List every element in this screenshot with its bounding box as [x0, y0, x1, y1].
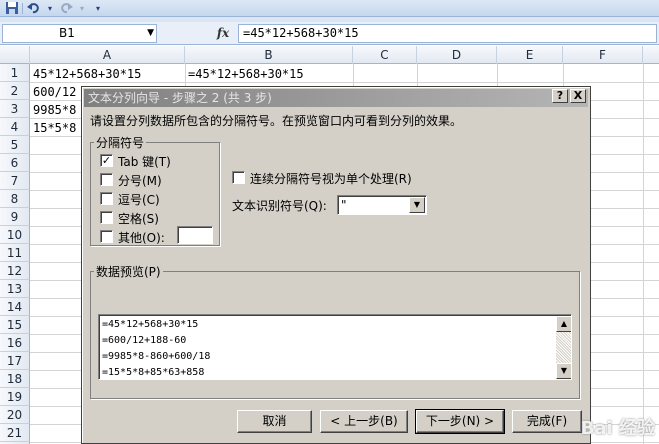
semicolon-checkbox[interactable]: [100, 173, 113, 186]
row-header[interactable]: 17: [0, 352, 30, 370]
row-header[interactable]: 7: [0, 172, 30, 190]
semicolon-checkbox-label: 分号(M): [118, 174, 162, 188]
row-header[interactable]: 19: [0, 388, 30, 406]
cancel-button[interactable]: 取消: [237, 410, 312, 433]
chevron-down-icon[interactable]: ▼: [147, 25, 154, 42]
column-header-d[interactable]: D: [417, 46, 497, 64]
other-checkbox[interactable]: [100, 230, 113, 243]
watermark-logo: Bai 经验: [580, 418, 655, 439]
space-checkbox-label: 空格(S): [118, 212, 159, 226]
row-header[interactable]: 21: [0, 424, 30, 442]
row-header[interactable]: 8: [0, 190, 30, 208]
row-header[interactable]: 11: [0, 244, 30, 262]
save-icon[interactable]: [4, 1, 20, 16]
row-header[interactable]: 9: [0, 208, 30, 226]
cell-a3[interactable]: 9985*8: [30, 101, 81, 119]
row-header[interactable]: 6: [0, 154, 30, 172]
dialog-title: 文本分列向导 - 步骤之 2 (共 3 步): [84, 89, 588, 107]
scroll-up-icon[interactable]: ▲: [556, 316, 571, 332]
column-header-c[interactable]: C: [353, 46, 417, 64]
row-header[interactable]: 14: [0, 298, 30, 316]
redo-dropdown-icon[interactable]: ▾: [74, 1, 90, 16]
next-button[interactable]: 下一步(N) >: [415, 409, 505, 434]
tab-checkbox-label: Tab 键(T): [118, 155, 171, 169]
row-header[interactable]: 5: [0, 136, 30, 154]
cell-b1[interactable]: =45*12+568+30*15: [185, 65, 353, 83]
undo-icon[interactable]: [26, 1, 42, 16]
quick-access-toolbar: ▾ ▾ ▾: [0, 0, 659, 17]
tab-checkbox[interactable]: ✓: [100, 154, 113, 167]
insert-function-button[interactable]: fx: [212, 24, 234, 43]
row-header[interactable]: 1: [0, 64, 30, 82]
close-button[interactable]: X: [570, 89, 586, 103]
formula-bar: B1 ▼ fx =45*12+568+30*15: [0, 22, 659, 45]
preview-line: =15*5*8+85*63+858: [102, 367, 205, 378]
consecutive-delimiters-checkbox[interactable]: [232, 171, 245, 184]
row-header[interactable]: 12: [0, 262, 30, 280]
help-button[interactable]: ?: [552, 89, 568, 103]
row-header[interactable]: 3: [0, 100, 30, 118]
text-import-wizard-dialog: 文本分列向导 - 步骤之 2 (共 3 步) ? X 请设置分列数据所包含的分隔…: [81, 86, 591, 444]
preview-group-label: 数据预览(P): [94, 263, 163, 280]
comma-checkbox[interactable]: [100, 192, 113, 205]
column-header-a[interactable]: A: [30, 46, 185, 64]
row-header[interactable]: 20: [0, 406, 30, 424]
column-header-e[interactable]: E: [497, 46, 563, 64]
column-header-f[interactable]: F: [563, 46, 643, 64]
space-checkbox[interactable]: [100, 211, 113, 224]
column-header-b[interactable]: B: [185, 46, 353, 64]
cell-a4[interactable]: 15*5*8: [30, 119, 81, 137]
cell-a2[interactable]: 600/12: [30, 83, 81, 101]
row-header[interactable]: 10: [0, 226, 30, 244]
chevron-down-icon[interactable]: ▼: [409, 197, 425, 213]
preview-line: =45*12+568+30*15: [102, 319, 199, 330]
preview-line: =9985*8-860+600/18: [102, 351, 211, 362]
column-headers: A B C D E F: [0, 46, 659, 64]
select-all-corner[interactable]: [0, 46, 30, 64]
name-box[interactable]: B1 ▼: [2, 24, 157, 43]
consecutive-delimiters-label: 连续分隔符号视为单个处理(R): [250, 172, 412, 186]
formula-input[interactable]: =45*12+568+30*15: [238, 24, 657, 43]
other-delimiter-input[interactable]: [177, 226, 213, 244]
row-header[interactable]: 15: [0, 316, 30, 334]
scroll-down-icon[interactable]: ▼: [556, 363, 571, 379]
row-header[interactable]: 16: [0, 334, 30, 352]
comma-checkbox-label: 逗号(C): [118, 193, 160, 207]
customize-icon[interactable]: ▾: [90, 1, 106, 16]
text-qualifier-value: ": [341, 198, 347, 212]
undo-dropdown-icon[interactable]: ▾: [42, 1, 58, 16]
name-box-value: B1: [59, 26, 75, 40]
cell-a1[interactable]: 45*12+568+30*15: [30, 65, 185, 83]
row-header[interactable]: 13: [0, 280, 30, 298]
row-header[interactable]: 4: [0, 118, 30, 136]
text-qualifier-select[interactable]: " ▼: [337, 195, 427, 215]
data-preview-area[interactable]: =45*12+568+30*15 =600/12+188-60 =9985*8-…: [98, 314, 572, 380]
row-header[interactable]: 2: [0, 82, 30, 100]
back-button[interactable]: < 上一步(B): [320, 410, 408, 433]
finish-button[interactable]: 完成(F): [512, 410, 582, 433]
row-header[interactable]: 18: [0, 370, 30, 388]
dialog-description: 请设置分列数据所包含的分隔符号。在预览窗口内可看到分列的效果。: [90, 114, 463, 128]
delimiters-group-label: 分隔符号: [94, 134, 147, 151]
text-qualifier-label: 文本识别符号(Q):: [232, 199, 327, 213]
preview-line: =600/12+188-60: [102, 335, 187, 346]
redo-icon[interactable]: [58, 1, 74, 16]
other-checkbox-label: 其他(O):: [118, 231, 165, 245]
